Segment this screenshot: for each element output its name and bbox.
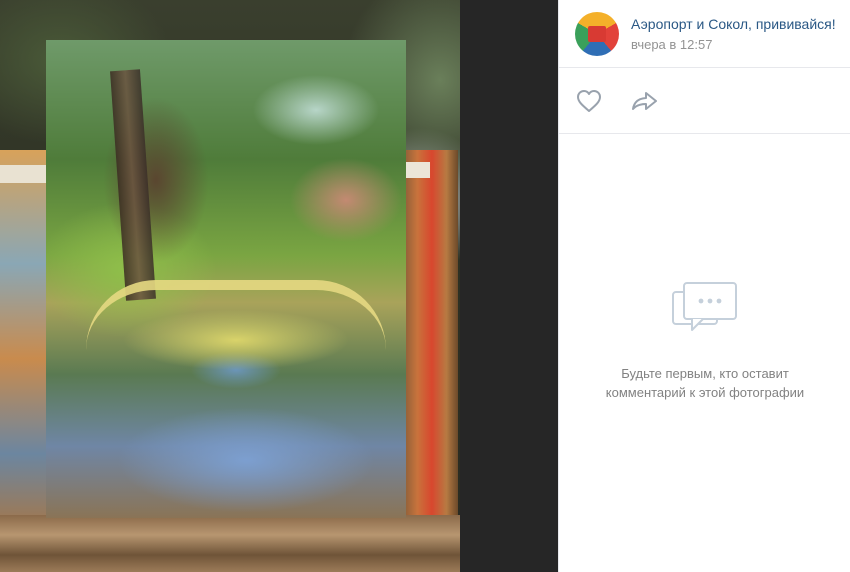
photo-dark-edge bbox=[460, 0, 558, 572]
chat-bubbles-icon bbox=[672, 282, 737, 331]
heart-outline-icon bbox=[577, 89, 601, 112]
post-meta: Аэропорт и Сокол, прививайся! вчера в 12… bbox=[631, 12, 836, 54]
photo-right-easel bbox=[400, 150, 458, 550]
comments-empty-state: Будьте первым, кто оставит комментарий к… bbox=[559, 280, 850, 402]
photo-left-canvas bbox=[0, 150, 52, 530]
group-avatar[interactable] bbox=[575, 12, 619, 56]
photo-painting bbox=[46, 40, 406, 518]
comments-empty-line-1: Будьте первым, кто оставит bbox=[621, 366, 789, 381]
painting-tree bbox=[110, 69, 156, 301]
group-name-link[interactable]: Аэропорт и Сокол, прививайся! bbox=[631, 15, 836, 33]
share-button[interactable] bbox=[631, 87, 659, 115]
group-logo-icon bbox=[588, 26, 606, 42]
photo[interactable] bbox=[0, 0, 558, 572]
post-actions bbox=[559, 68, 850, 134]
comments-empty-text: Будьте первым, кто оставит комментарий к… bbox=[559, 364, 850, 402]
photo-easel-base bbox=[0, 515, 460, 572]
painting-bridge bbox=[86, 280, 386, 350]
share-arrow-icon bbox=[632, 91, 657, 110]
photo-viewer: Аэропорт и Сокол, прививайся! вчера в 12… bbox=[0, 0, 850, 572]
post-header: Аэропорт и Сокол, прививайся! вчера в 12… bbox=[559, 0, 850, 68]
comments-empty-line-2: комментарий к этой фотографии bbox=[605, 385, 805, 400]
side-panel: Аэропорт и Сокол, прививайся! вчера в 12… bbox=[558, 0, 850, 572]
post-date[interactable]: вчера в 12:57 bbox=[631, 36, 836, 54]
like-button[interactable] bbox=[575, 87, 603, 115]
